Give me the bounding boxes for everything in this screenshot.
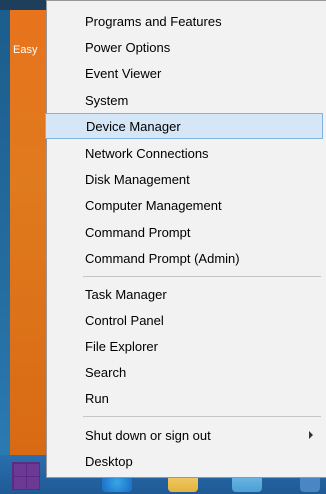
menu-item-task-manager[interactable]: Task Manager (47, 281, 323, 307)
start-logo-pane (14, 477, 26, 489)
menu-item-label: Disk Management (85, 171, 190, 187)
desktop-tile-dark (0, 0, 46, 10)
start-logo-pane (27, 464, 39, 476)
desktop-tile-blue (0, 0, 10, 455)
menu-item-disk-management[interactable]: Disk Management (47, 166, 323, 192)
menu-item-search[interactable]: Search (47, 359, 323, 385)
menu-item-label: Power Options (85, 39, 171, 55)
menu-item-label: Device Manager (86, 118, 181, 134)
start-button[interactable] (12, 462, 40, 490)
menu-item-command-prompt-admin[interactable]: Command Prompt (Admin) (47, 245, 323, 271)
menu-separator (83, 276, 321, 277)
menu-item-device-manager[interactable]: Device Manager (45, 113, 323, 139)
submenu-arrow-icon (309, 431, 313, 439)
menu-item-label: Command Prompt (85, 224, 191, 240)
menu-item-label: Shut down or sign out (85, 427, 211, 443)
menu-item-label: System (85, 92, 129, 108)
power-user-menu: Programs and Features Power Options Even… (45, 0, 326, 478)
menu-item-label: Desktop (85, 453, 133, 469)
menu-item-desktop[interactable]: Desktop (47, 448, 323, 474)
menu-item-event-viewer[interactable]: Event Viewer (47, 60, 323, 86)
menu-item-file-explorer[interactable]: File Explorer (47, 333, 323, 359)
menu-item-run[interactable]: Run (47, 385, 323, 411)
menu-item-system[interactable]: System (47, 87, 323, 113)
menu-separator (83, 416, 321, 417)
menu-item-label: Task Manager (85, 286, 167, 302)
menu-item-control-panel[interactable]: Control Panel (47, 307, 323, 333)
menu-item-label: File Explorer (85, 338, 158, 354)
menu-item-label: Network Connections (85, 145, 209, 161)
start-logo-pane (27, 477, 39, 489)
menu-item-label: Search (85, 364, 127, 380)
menu-item-computer-management[interactable]: Computer Management (47, 192, 323, 218)
menu-item-label: Control Panel (85, 312, 164, 328)
start-logo-pane (14, 464, 26, 476)
menu-item-label: Run (85, 390, 109, 406)
menu-item-label: Computer Management (85, 197, 222, 213)
menu-item-programs-and-features[interactable]: Programs and Features (47, 8, 323, 34)
menu-item-label: Event Viewer (85, 65, 162, 81)
menu-item-command-prompt[interactable]: Command Prompt (47, 219, 323, 245)
menu-item-power-options[interactable]: Power Options (47, 34, 323, 60)
menu-item-shut-down-or-sign-out[interactable]: Shut down or sign out (47, 422, 323, 448)
desktop-label-easy: Easy (13, 44, 38, 56)
menu-item-label: Command Prompt (Admin) (85, 250, 240, 266)
menu-item-label: Programs and Features (85, 13, 222, 29)
menu-item-network-connections[interactable]: Network Connections (47, 140, 323, 166)
